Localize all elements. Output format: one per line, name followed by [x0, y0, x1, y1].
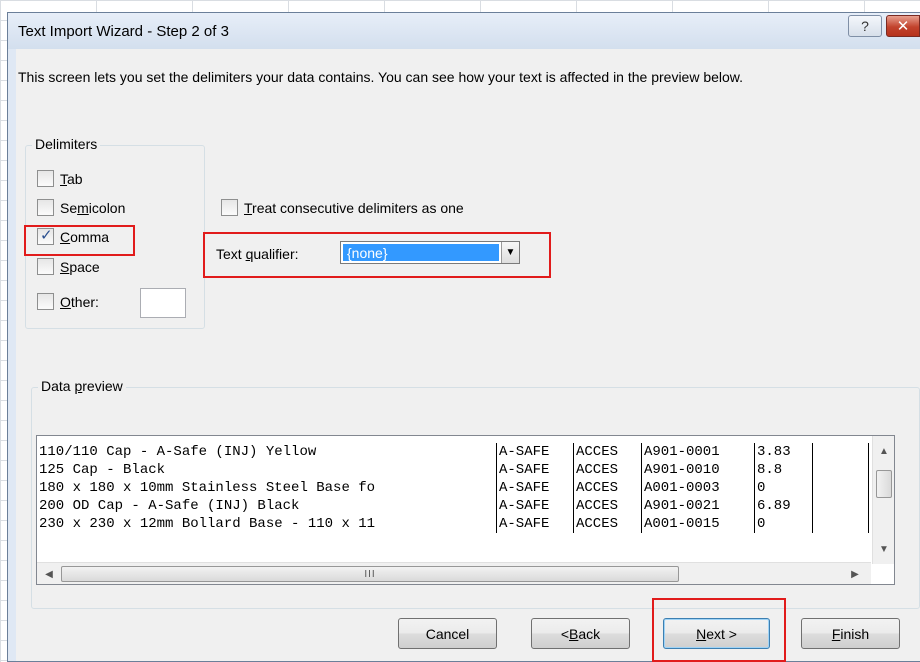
- preview-cell: A-SAFE: [497, 443, 574, 461]
- preview-cell: 230 x 230 x 12mm Bollard Base - 110 x 11: [37, 515, 497, 533]
- cancel-button[interactable]: Cancel: [398, 618, 497, 649]
- preview-cell: ACCES: [574, 515, 642, 533]
- preview-cell: ACCES: [574, 461, 642, 479]
- preview-cell: 0: [755, 479, 813, 497]
- next-button[interactable]: Next >: [663, 618, 770, 649]
- semicolon-checkbox-box[interactable]: [37, 199, 54, 216]
- horizontal-scroll-thumb[interactable]: III: [61, 566, 679, 582]
- preview-cell: ACCES: [574, 497, 642, 515]
- consecutive-delimiters-checkbox[interactable]: Treat consecutive delimiters as one: [221, 199, 464, 216]
- preview-cell: [813, 461, 869, 479]
- text-qualifier-select[interactable]: {none} ▼: [340, 241, 520, 264]
- tab-label: Tab: [60, 170, 83, 187]
- scroll-down-icon[interactable]: ▼: [877, 542, 891, 556]
- text-qualifier-label: Text qualifier:: [216, 246, 299, 262]
- preview-cell: 180 x 180 x 10mm Stainless Steel Base fo: [37, 479, 497, 497]
- other-label: Other:: [60, 293, 99, 310]
- preview-cell: ACCES: [574, 443, 642, 461]
- scroll-left-icon[interactable]: ◀: [43, 567, 55, 581]
- delimiters-group-label: Delimiters: [32, 136, 101, 152]
- preview-cell: A901-0010: [642, 461, 755, 479]
- help-icon: ?: [861, 18, 869, 34]
- data-preview-group-label: Data preview: [38, 378, 126, 394]
- tab-checkbox-box[interactable]: [37, 170, 54, 187]
- comma-label: Comma: [60, 228, 110, 245]
- consecutive-checkbox-box[interactable]: [221, 199, 238, 216]
- vertical-scroll-thumb[interactable]: [876, 470, 892, 498]
- preview-cell: [813, 479, 869, 497]
- close-icon: ✕: [896, 18, 910, 35]
- preview-cell: 110/110 Cap - A-Safe (INJ) Yellow: [37, 443, 497, 461]
- preview-cell: A001-0015: [642, 515, 755, 533]
- space-label: Space: [60, 258, 100, 275]
- close-button[interactable]: ✕: [886, 15, 920, 37]
- data-preview-table: 110/110 Cap - A-Safe (INJ) Yellow A-SAFE A…: [37, 436, 871, 564]
- chevron-down-icon[interactable]: ▼: [501, 242, 519, 263]
- preview-row: 110/110 Cap - A-Safe (INJ) Yellow A-SAFE A…: [37, 443, 871, 461]
- semicolon-checkbox[interactable]: Semicolon: [37, 199, 125, 216]
- vertical-scrollbar[interactable]: ▲ ▼: [872, 436, 894, 564]
- preview-cell: 125 Cap - Black: [37, 461, 497, 479]
- preview-cell: 200 OD Cap - A-Safe (INJ) Black: [37, 497, 497, 515]
- preview-cell: 3.83: [755, 443, 813, 461]
- semicolon-label: Semicolon: [60, 199, 126, 216]
- preview-row: 125 Cap - Black A-SAFE ACCES A901-0010 8.8: [37, 461, 871, 479]
- consecutive-label: Treat consecutive delimiters as one: [244, 199, 464, 216]
- instructions-text: This screen lets you set the delimiters …: [18, 69, 744, 85]
- scroll-right-icon[interactable]: ▶: [849, 567, 861, 581]
- preview-cell: [813, 515, 869, 533]
- preview-cell: A-SAFE: [497, 479, 574, 497]
- preview-cell: 0: [755, 515, 813, 533]
- data-preview-box[interactable]: 110/110 Cap - A-Safe (INJ) Yellow A-SAFE A…: [36, 435, 895, 585]
- preview-cell: A-SAFE: [497, 497, 574, 515]
- title-bar[interactable]: Text Import Wizard - Step 2 of 3 ? ✕: [8, 13, 920, 49]
- comma-checkbox[interactable]: Comma: [37, 226, 110, 245]
- preview-cell: A-SAFE: [497, 515, 574, 533]
- text-qualifier-value: {none}: [343, 244, 499, 261]
- tab-checkbox[interactable]: Tab: [37, 170, 83, 187]
- finish-button[interactable]: Finish: [801, 618, 900, 649]
- back-button[interactable]: < Back: [531, 618, 630, 649]
- window-title: Text Import Wizard - Step 2 of 3: [18, 23, 229, 40]
- preview-cell: A001-0003: [642, 479, 755, 497]
- preview-row: 200 OD Cap - A-Safe (INJ) Black A-SAFE ACC…: [37, 497, 871, 515]
- space-checkbox[interactable]: Space: [37, 258, 100, 275]
- preview-cell: 6.89: [755, 497, 813, 515]
- preview-cell: [813, 497, 869, 515]
- other-checkbox-box[interactable]: [37, 293, 54, 310]
- preview-cell: A-SAFE: [497, 461, 574, 479]
- scroll-up-icon[interactable]: ▲: [877, 444, 891, 458]
- preview-row: 230 x 230 x 12mm Bollard Base - 110 x 11…: [37, 515, 871, 533]
- preview-cell: 8.8: [755, 461, 813, 479]
- other-checkbox[interactable]: Other:: [37, 293, 99, 310]
- preview-row: 180 x 180 x 10mm Stainless Steel Base fo…: [37, 479, 871, 497]
- horizontal-scrollbar[interactable]: ◀ III ▶: [37, 562, 871, 584]
- preview-cell: [813, 443, 869, 461]
- preview-cell: A901-0001: [642, 443, 755, 461]
- comma-checkbox-box[interactable]: [37, 226, 54, 245]
- help-button[interactable]: ?: [848, 15, 882, 37]
- scroll-grip-icon: III: [364, 568, 376, 580]
- space-checkbox-box[interactable]: [37, 258, 54, 275]
- delimiters-group: Delimiters Tab Semicolon Comma Space Oth…: [25, 136, 205, 329]
- preview-cell: ACCES: [574, 479, 642, 497]
- preview-cell: A901-0021: [642, 497, 755, 515]
- other-delimiter-input[interactable]: [140, 288, 186, 318]
